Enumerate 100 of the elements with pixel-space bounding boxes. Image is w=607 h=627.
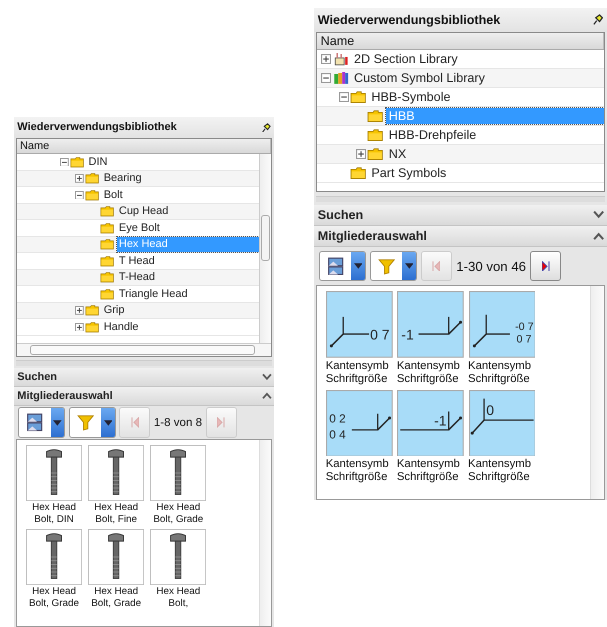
symbol-text: 0 4 xyxy=(330,427,346,441)
minus-box-icon[interactable] xyxy=(321,73,332,84)
symbol-thumbnail[interactable]: -1 xyxy=(397,291,464,358)
image-stack-icon xyxy=(26,413,44,432)
image-stack-icon xyxy=(327,256,344,276)
tree-item[interactable]: Triangle Head xyxy=(116,286,259,302)
tree-item[interactable]: HBB-Drehpfeile xyxy=(386,126,604,144)
chevron-up-icon[interactable] xyxy=(593,232,604,240)
section-title: Suchen xyxy=(17,371,58,384)
scrollbar[interactable] xyxy=(258,440,272,626)
book-stack-icon xyxy=(332,71,349,86)
symbol-thumbnail[interactable]: 0 xyxy=(468,390,536,456)
section-title: Suchen xyxy=(318,208,364,222)
panel-title: Wiederverwendungsbibliothek xyxy=(17,121,177,134)
tree-item[interactable]: Handle xyxy=(102,320,259,334)
folder-icon xyxy=(100,254,114,267)
symbol-text: 0 7 xyxy=(370,326,390,343)
item-label: Kantensymb Schriftgröße xyxy=(396,360,461,386)
section-title: Mitgliederauswahl xyxy=(17,390,113,402)
folder-icon xyxy=(100,238,114,250)
minus-box-icon[interactable] xyxy=(338,92,349,102)
bolt-thumbnail[interactable] xyxy=(26,528,82,585)
funnel-icon xyxy=(378,256,396,276)
filter-dropdown[interactable] xyxy=(68,407,116,438)
bolt-drawing xyxy=(170,532,186,578)
next-page-button[interactable] xyxy=(530,250,562,282)
folder-icon xyxy=(100,271,114,284)
bolt-drawing xyxy=(108,532,124,578)
edge-symbol-drawing xyxy=(400,411,463,430)
symbol-text: -1 xyxy=(434,412,448,428)
bolt-drawing xyxy=(108,449,124,495)
section-header[interactable]: Suchen xyxy=(14,368,274,387)
symbol-text: 0 2 xyxy=(330,410,346,425)
symbol-thumbnail[interactable]: 0 7 xyxy=(326,291,394,358)
filter-dropdown[interactable] xyxy=(370,250,417,282)
minus-box-icon[interactable] xyxy=(75,190,84,200)
chevron-down-icon[interactable] xyxy=(593,210,604,220)
folder-icon xyxy=(100,222,114,234)
scrollbar[interactable] xyxy=(258,154,272,344)
tree-item[interactable]: Eye Bolt xyxy=(116,220,259,236)
tree-item[interactable]: Bolt xyxy=(102,188,259,202)
tree-item[interactable]: DIN xyxy=(86,154,259,170)
tree-item[interactable]: T Head xyxy=(116,254,259,268)
section-header[interactable]: Mitgliederauswahl xyxy=(314,226,607,248)
splitter-handle[interactable] xyxy=(316,196,606,202)
tree-item[interactable]: Part Symbols xyxy=(368,164,604,181)
pin-icon[interactable] xyxy=(592,14,604,26)
view-mode-dropdown[interactable] xyxy=(18,407,66,438)
bolt-drawing xyxy=(46,532,62,578)
skip-back-icon xyxy=(432,260,440,272)
edge-symbol-drawing xyxy=(352,413,392,430)
minus-box-icon[interactable] xyxy=(60,158,69,166)
symbol-text: -1 xyxy=(402,326,414,343)
scrollbar[interactable] xyxy=(590,286,604,499)
item-label: Kantensymb Schriftgröße xyxy=(396,458,461,484)
bolt-thumbnail[interactable] xyxy=(88,528,144,585)
book-stack-icon xyxy=(332,52,349,66)
caret-icon xyxy=(53,420,62,426)
bolt-thumbnail[interactable] xyxy=(88,444,144,501)
tree-item[interactable]: 2D Section Library xyxy=(352,51,604,68)
tree-item[interactable]: HBB-Symbole xyxy=(368,88,604,106)
section-header[interactable]: Suchen xyxy=(314,204,607,226)
folder-icon xyxy=(85,320,100,333)
bolt-thumbnail[interactable] xyxy=(150,444,206,501)
bolt-drawing xyxy=(170,449,186,495)
bolt-thumbnail[interactable] xyxy=(26,444,82,501)
plus-box-icon[interactable] xyxy=(356,148,366,159)
view-mode-dropdown[interactable] xyxy=(319,250,366,282)
item-label: Kantensymb Schriftgröße xyxy=(326,458,390,484)
column-header[interactable]: Name xyxy=(316,32,604,50)
plus-box-icon[interactable] xyxy=(75,306,84,315)
page-range: 1-30 von 46 xyxy=(456,258,526,274)
symbol-text: -0 7 xyxy=(514,321,534,334)
folder-icon xyxy=(350,166,366,180)
bolt-thumbnail[interactable] xyxy=(150,528,206,585)
caret-icon xyxy=(104,420,112,426)
item-label: Hex Head Bolt, DIN xyxy=(31,502,77,526)
symbol-thumbnail[interactable]: 0 2 0 4 xyxy=(326,390,394,456)
scrollbar[interactable] xyxy=(16,343,272,356)
skip-back-icon xyxy=(130,417,139,428)
section-title: Mitgliederauswahl xyxy=(318,228,427,243)
folder-icon xyxy=(85,188,100,201)
page-range: 1-8 von 8 xyxy=(154,416,202,429)
column-header[interactable]: Name xyxy=(16,138,272,154)
item-label: Hex Head Bolt, Grade xyxy=(152,502,204,526)
plus-box-icon[interactable] xyxy=(321,54,332,64)
plus-box-icon[interactable] xyxy=(75,174,84,183)
chevron-up-icon[interactable] xyxy=(262,392,272,400)
plus-box-icon[interactable] xyxy=(75,322,84,332)
chevron-down-icon[interactable] xyxy=(262,373,272,381)
symbol-thumbnail[interactable]: -1 xyxy=(397,390,464,456)
pin-icon[interactable] xyxy=(260,122,271,132)
splitter-handle[interactable] xyxy=(16,360,272,366)
folder-icon xyxy=(367,109,384,123)
edge-symbol-drawing xyxy=(472,314,510,348)
edge-symbol-drawing xyxy=(470,398,534,434)
section-header[interactable]: Mitgliederauswahl xyxy=(14,386,274,406)
symbol-thumbnail[interactable]: -0 7 0 7 xyxy=(468,291,536,358)
folder-icon xyxy=(85,172,100,184)
item-label: Kantensymb Schriftgröße xyxy=(468,360,532,386)
